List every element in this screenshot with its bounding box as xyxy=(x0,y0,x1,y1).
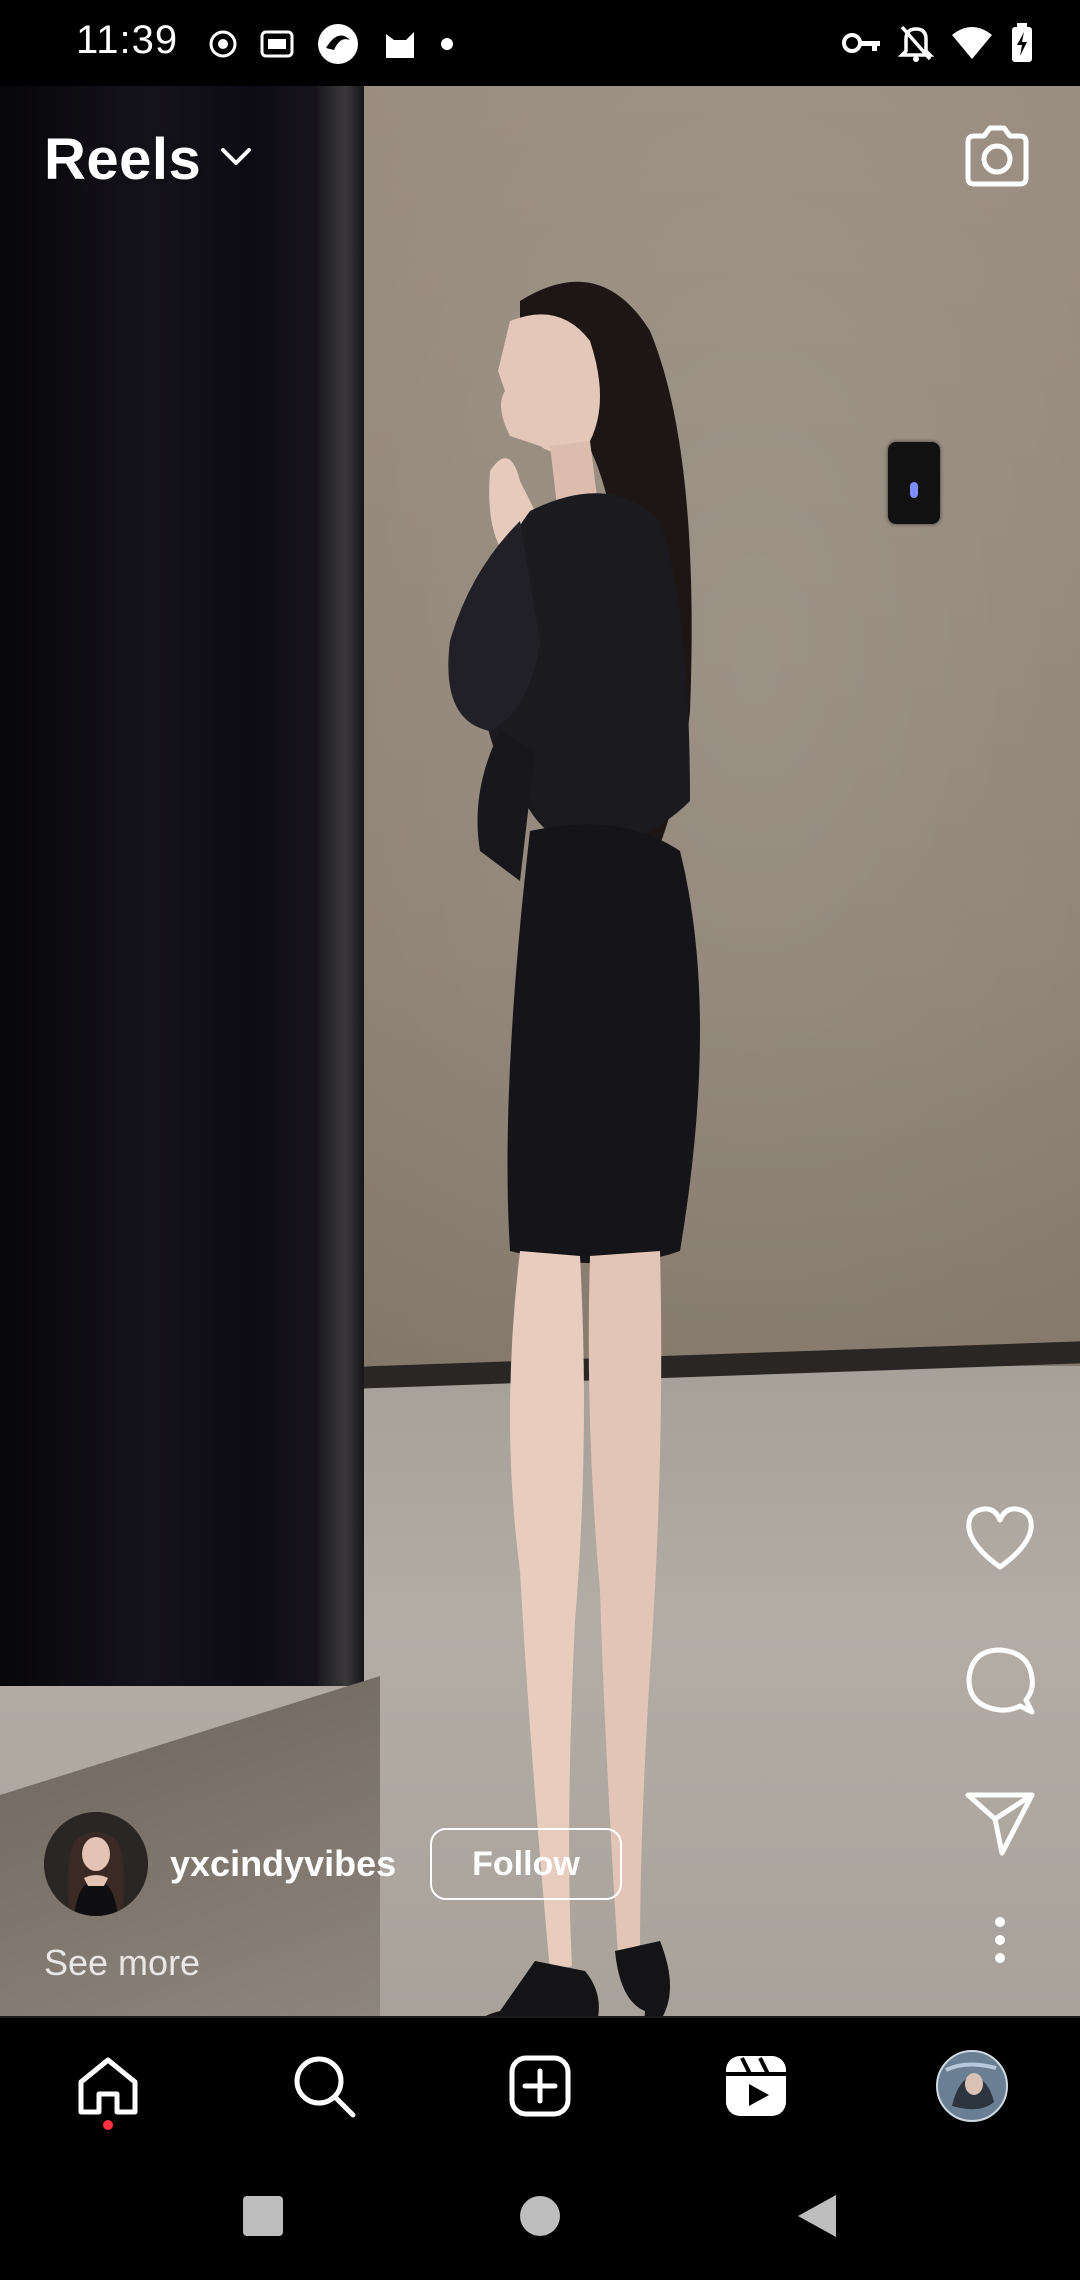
nav-reels[interactable] xyxy=(720,2052,792,2124)
chevron-down-icon xyxy=(219,146,253,173)
nav-profile[interactable] xyxy=(936,2049,1008,2127)
create-icon xyxy=(508,2054,572,2123)
camera-button[interactable] xyxy=(962,124,1032,188)
nav-search[interactable] xyxy=(288,2052,360,2124)
notifications-off-icon xyxy=(898,23,934,63)
more-options-button[interactable] xyxy=(960,1902,1040,1982)
profile-avatar xyxy=(936,2049,1008,2127)
status-icons-left xyxy=(208,22,454,66)
send-icon xyxy=(964,1789,1036,1862)
see-more-link[interactable]: See more xyxy=(44,1942,200,1984)
author-row: yxcindyvibes Follow xyxy=(44,1812,622,1916)
dot-icon xyxy=(440,37,454,51)
app-swirl-icon xyxy=(316,22,360,66)
system-navigation-bar xyxy=(0,2158,1080,2280)
status-icons-right xyxy=(842,20,1034,66)
elevator-door xyxy=(0,86,360,1686)
home-button[interactable] xyxy=(508,2186,572,2250)
status-bar: 11:39 xyxy=(0,0,1080,86)
status-time: 11:39 xyxy=(76,18,179,62)
battery-charging-icon xyxy=(1010,22,1034,64)
search-icon xyxy=(291,2053,357,2124)
home-icon xyxy=(75,2054,141,2123)
reels-header-dropdown[interactable]: Reels xyxy=(44,126,253,193)
person-figure xyxy=(448,281,700,2016)
comment-icon xyxy=(964,1644,1036,1721)
more-vertical-icon xyxy=(994,1916,1006,1969)
author-username[interactable]: yxcindyvibes xyxy=(170,1843,396,1885)
recents-button[interactable] xyxy=(231,2186,295,2250)
home-notification-dot xyxy=(103,2120,113,2130)
wifi-icon xyxy=(950,25,994,61)
back-triangle-icon xyxy=(796,2193,838,2244)
nav-create[interactable] xyxy=(504,2052,576,2124)
record-icon xyxy=(208,29,238,59)
wall-sensor xyxy=(888,442,940,524)
follow-button[interactable]: Follow xyxy=(430,1828,622,1900)
recents-square-icon xyxy=(242,2195,284,2242)
vpn-key-icon xyxy=(842,31,882,55)
home-circle-icon xyxy=(519,2195,561,2242)
share-button[interactable] xyxy=(960,1785,1040,1865)
reels-icon xyxy=(724,2054,788,2123)
like-button[interactable] xyxy=(960,1500,1040,1580)
elevator-door-edge xyxy=(318,86,364,1686)
cat-app-icon xyxy=(382,26,418,62)
nav-home[interactable] xyxy=(72,2052,144,2124)
camera-icon xyxy=(962,125,1032,192)
bottom-navigation xyxy=(0,2016,1080,2158)
reel-video[interactable] xyxy=(0,86,1080,2016)
page-title: Reels xyxy=(44,127,202,192)
heart-icon xyxy=(964,1505,1036,1576)
iqiyi-icon xyxy=(260,29,294,59)
comment-button[interactable] xyxy=(960,1642,1040,1722)
author-avatar[interactable] xyxy=(44,1812,148,1916)
back-button[interactable] xyxy=(785,2186,849,2250)
